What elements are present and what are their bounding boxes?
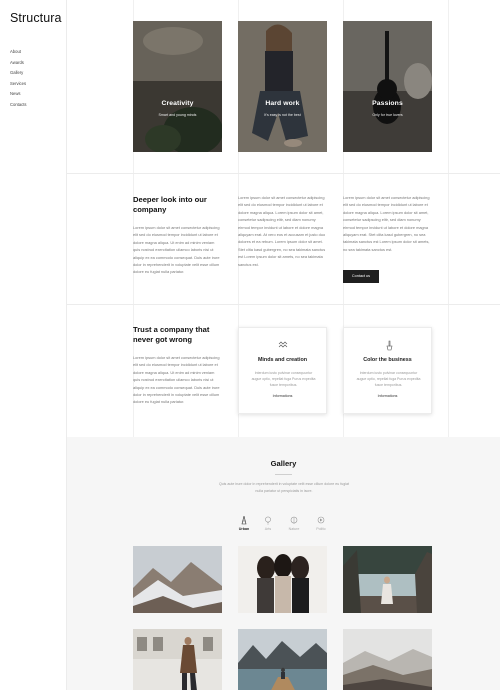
about-paragraph: Lorem ipsum dolor sit amet consectetur a… <box>133 225 220 275</box>
informations-link[interactable]: Informations <box>239 394 326 398</box>
feature-text: Interdum iusto pulvinar consequuntur aug… <box>356 371 421 388</box>
guitar-photo <box>343 21 432 152</box>
nav-item-gallery[interactable]: Gallery <box>10 68 27 79</box>
filter-label: Urban <box>238 527 250 531</box>
contact-us-button[interactable]: Contact us <box>343 270 379 283</box>
gallery-photo[interactable] <box>343 629 432 690</box>
trust-heading: Trust a company that never got wrong <box>133 325 210 344</box>
about-heading: Deeper look into our company <box>133 195 207 214</box>
gallery-photo[interactable] <box>343 546 432 613</box>
nav-item-services[interactable]: Services <box>10 79 27 90</box>
three-women-photo <box>238 546 327 613</box>
lake-pier-photo <box>238 629 327 690</box>
filter-nature[interactable]: Nature <box>283 516 305 531</box>
filter-label: Arts <box>264 527 272 531</box>
sidebar: Structura About Awards Gallery Services … <box>0 0 67 690</box>
street-walker-photo <box>133 629 222 690</box>
hero-card-passions[interactable]: Passions Only for true lovers <box>343 21 432 152</box>
feature-title: Color the business <box>363 357 412 363</box>
bulb-icon <box>265 516 271 525</box>
misty-hills-photo <box>343 629 432 690</box>
section-divider <box>67 304 500 305</box>
nav-item-contacts[interactable]: Contacts <box>10 100 27 111</box>
grid-line <box>448 0 449 437</box>
main-nav: About Awards Gallery Services News Conta… <box>10 47 27 111</box>
feature-text: Interdum iusto pulvinar consequuntur aug… <box>251 371 316 388</box>
leaf-icon <box>290 516 298 524</box>
feature-card-minds: Minds and creation Interdum iusto pulvin… <box>238 327 327 414</box>
gallery-description: Quis aute irure dolor in reprehenderit i… <box>218 482 350 493</box>
trust-paragraph: Lorem ipsum dolor sit amet consectetur a… <box>133 355 220 405</box>
tower-icon <box>241 516 247 525</box>
hero-subtitle: Smart and young minds <box>158 113 197 117</box>
nav-item-about[interactable]: About <box>10 47 27 58</box>
title-underline <box>275 474 292 475</box>
hero-subtitle: It's easy is not the best <box>264 113 301 117</box>
filter-label: Politic <box>316 527 326 531</box>
feature-card-color: Color the business Interdum iusto pulvin… <box>343 327 432 414</box>
nav-item-awards[interactable]: Awards <box>10 58 27 69</box>
gallery-photo[interactable] <box>238 629 327 690</box>
woman-sitting-photo <box>238 21 327 152</box>
waves-icon <box>278 341 288 348</box>
filter-label: Nature <box>288 527 300 531</box>
flag-icon <box>317 516 325 524</box>
informations-link[interactable]: Informations <box>344 394 431 398</box>
gallery-title: Gallery <box>270 459 297 468</box>
section-divider <box>67 173 500 174</box>
gallery-photo[interactable] <box>133 546 222 613</box>
brush-icon <box>386 340 393 351</box>
filter-urban[interactable]: Urban <box>233 516 255 531</box>
site-logo[interactable]: Structura <box>10 11 62 25</box>
woman-by-lake-photo <box>343 546 432 613</box>
feature-title: Minds and creation <box>257 357 308 363</box>
filter-politic[interactable]: Politic <box>310 516 332 531</box>
filter-arts[interactable]: Arts <box>257 516 279 531</box>
about-paragraph-2: Lorem ipsum dolor sit amet consectetur a… <box>238 195 326 267</box>
nav-item-news[interactable]: News <box>10 89 27 100</box>
hero-title: Passions <box>372 100 403 107</box>
plant-photo <box>133 21 222 152</box>
hero-title: Creativity <box>161 100 194 107</box>
gallery-photo[interactable] <box>133 629 222 690</box>
hero-card-hard-work[interactable]: Hard work It's easy is not the best <box>238 21 327 152</box>
hero-title: Hard work <box>265 100 300 107</box>
gallery-photo[interactable] <box>238 546 327 613</box>
about-paragraph-3: Lorem ipsum dolor sit amet consectetur a… <box>343 195 430 252</box>
main-content: Creativity Smart and young minds Hard wo… <box>67 0 500 690</box>
snowy-mountains-photo <box>133 546 222 613</box>
hero-subtitle: Only for true lovers <box>372 113 403 117</box>
hero-card-creativity[interactable]: Creativity Smart and young minds <box>133 21 222 152</box>
